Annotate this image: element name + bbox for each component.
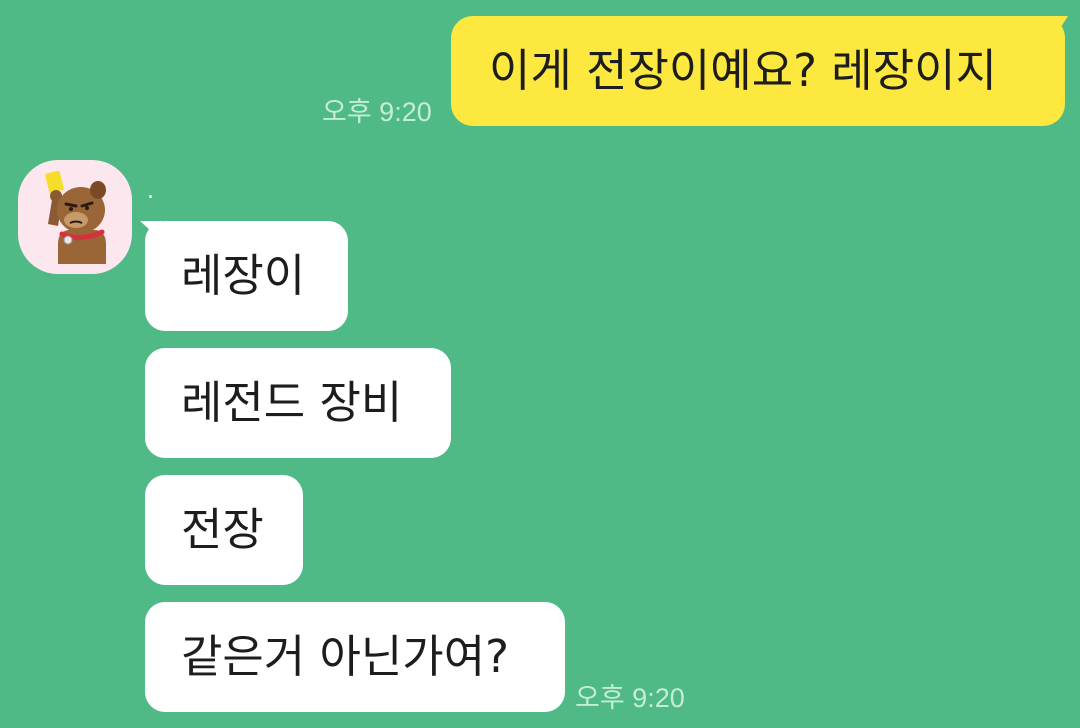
incoming-message-bubble[interactable]: 레전드 장비 (145, 348, 451, 458)
brown-bear-yellow-card-avatar-icon (45, 170, 106, 264)
incoming-timestamp: 오후 9:20 (575, 683, 685, 713)
incoming-message-bubble[interactable]: 같은거 아닌가여? (145, 602, 565, 712)
incoming-message-bubble[interactable]: 레장이 (145, 221, 348, 331)
avatar[interactable] (18, 160, 132, 274)
chat-room: 오후 9:20 이게 전장이예요? 레장이지 . 레장이 레전드 장비 전장 같… (0, 0, 1080, 728)
outgoing-bubble-tail (1044, 16, 1068, 38)
outgoing-timestamp: 오후 9:20 (322, 97, 432, 127)
outgoing-message-bubble[interactable]: 이게 전장이예요? 레장이지 (451, 16, 1065, 126)
sender-name: . (147, 179, 154, 204)
incoming-message-bubble[interactable]: 전장 (145, 475, 303, 585)
